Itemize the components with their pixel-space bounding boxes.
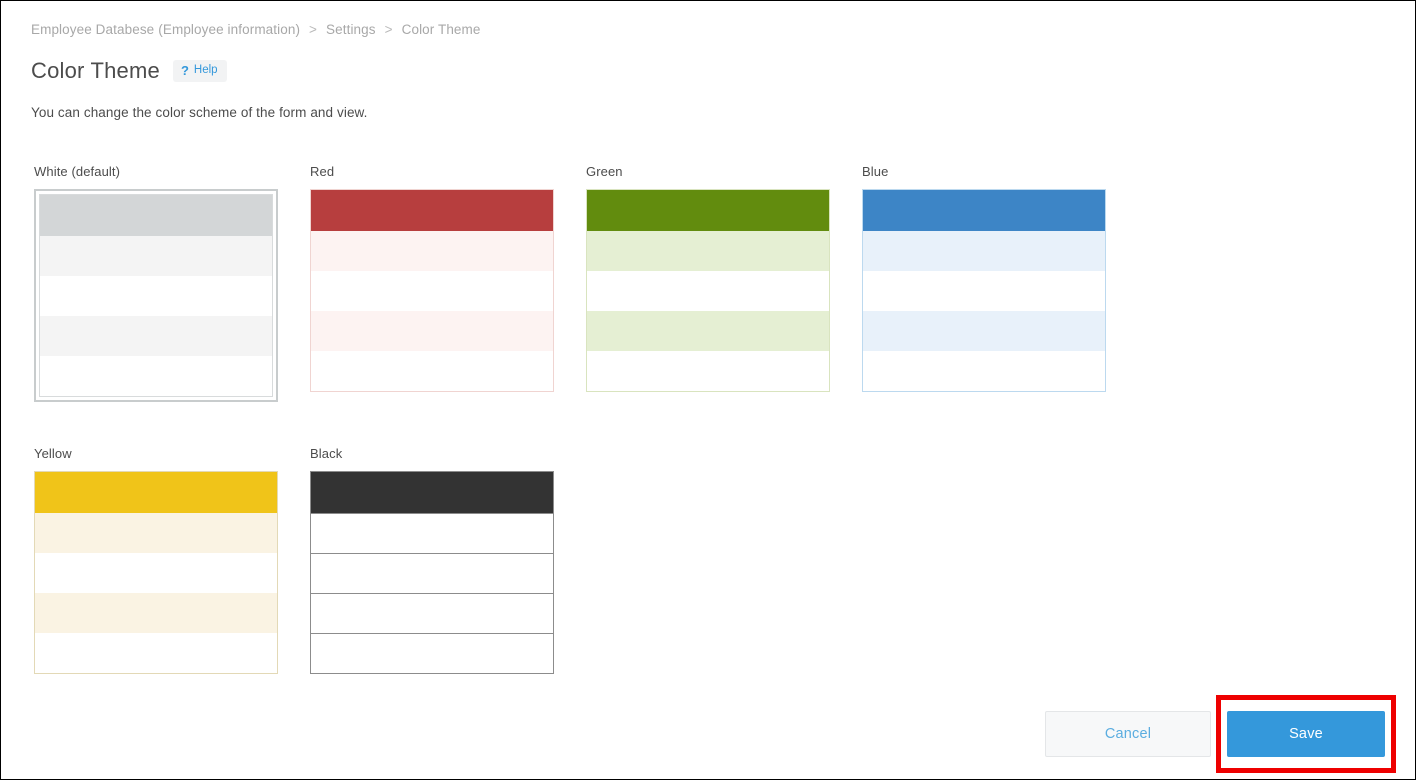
theme-row-2: YellowBlack: [34, 446, 1194, 674]
swatch-row-stripe: [311, 513, 553, 553]
theme-label: Red: [310, 164, 586, 180]
theme-swatch[interactable]: [310, 189, 554, 392]
breadcrumb-separator: >: [385, 22, 393, 37]
breadcrumb-app-subtitle: (Employee information): [158, 22, 300, 37]
swatch-row-stripe: [311, 553, 553, 593]
theme-option-blue[interactable]: Blue: [862, 164, 1138, 402]
theme-swatch-preview: [310, 189, 554, 392]
swatch-row-stripe: [311, 231, 553, 271]
swatch-header-stripe: [311, 472, 553, 513]
swatch-row-stripe: [863, 351, 1105, 391]
swatch-row-stripe: [40, 316, 272, 356]
swatch-row-stripe: [40, 276, 272, 316]
swatch-row-stripe: [587, 271, 829, 311]
theme-swatch[interactable]: [34, 471, 278, 674]
swatch-header-stripe: [35, 472, 277, 513]
theme-option-white-default[interactable]: White (default): [34, 164, 310, 402]
question-mark-icon: ?: [181, 64, 189, 77]
save-button-highlight-annotation: Save: [1216, 695, 1396, 773]
theme-swatch-preview: [39, 194, 273, 397]
swatch-header-stripe: [311, 190, 553, 231]
swatch-row-stripe: [587, 311, 829, 351]
theme-label: Green: [586, 164, 862, 180]
swatch-row-stripe: [311, 271, 553, 311]
theme-option-green[interactable]: Green: [586, 164, 862, 402]
page-content: Employee Databese (Employee information) >…: [1, 1, 1415, 779]
swatch-row-stripe: [311, 593, 553, 633]
swatch-row-stripe: [35, 593, 277, 633]
theme-option-black[interactable]: Black: [310, 446, 586, 674]
swatch-header-stripe: [587, 190, 829, 231]
theme-swatch-preview: [34, 471, 278, 674]
breadcrumb-item-app[interactable]: Employee Databese: [31, 22, 154, 37]
theme-label: Blue: [862, 164, 1138, 180]
swatch-row-stripe: [311, 633, 553, 673]
theme-option-red[interactable]: Red: [310, 164, 586, 402]
swatch-row-stripe: [587, 351, 829, 391]
theme-swatch-preview: [862, 189, 1106, 392]
theme-swatch[interactable]: [586, 189, 830, 392]
cancel-button[interactable]: Cancel: [1045, 711, 1211, 757]
theme-label: White (default): [34, 164, 310, 180]
swatch-row-stripe: [863, 231, 1105, 271]
swatch-row-stripe: [311, 351, 553, 391]
color-theme-grid: White (default)RedGreenBlue YellowBlack: [34, 164, 1194, 674]
swatch-row-stripe: [40, 356, 272, 396]
swatch-header-stripe: [40, 195, 272, 236]
swatch-row-stripe: [35, 553, 277, 593]
title-row: Color Theme ? Help: [31, 57, 227, 85]
theme-swatch[interactable]: [862, 189, 1106, 392]
breadcrumb-item-color-theme[interactable]: Color Theme: [402, 22, 481, 37]
swatch-row-stripe: [587, 231, 829, 271]
theme-swatch[interactable]: [310, 471, 554, 674]
theme-label: Black: [310, 446, 586, 462]
swatch-row-stripe: [311, 311, 553, 351]
page-title: Color Theme: [31, 57, 160, 85]
theme-swatch-preview: [310, 471, 554, 674]
theme-row-1: White (default)RedGreenBlue: [34, 164, 1194, 402]
save-button[interactable]: Save: [1227, 711, 1385, 757]
swatch-row-stripe: [35, 633, 277, 673]
theme-swatch-selected[interactable]: [34, 189, 278, 402]
swatch-row-stripe: [35, 513, 277, 553]
help-label: Help: [194, 65, 218, 77]
breadcrumb: Employee Databese (Employee information) >…: [31, 22, 481, 37]
swatch-row-stripe: [40, 236, 272, 276]
screenshot-frame: Employee Databese (Employee information) >…: [0, 0, 1416, 780]
theme-swatch-preview: [586, 189, 830, 392]
breadcrumb-separator: >: [309, 22, 317, 37]
swatch-row-stripe: [863, 271, 1105, 311]
page-description: You can change the color scheme of the f…: [31, 105, 368, 120]
theme-option-yellow[interactable]: Yellow: [34, 446, 310, 674]
breadcrumb-item-settings[interactable]: Settings: [326, 22, 376, 37]
help-button[interactable]: ? Help: [173, 60, 227, 82]
swatch-header-stripe: [863, 190, 1105, 231]
swatch-row-stripe: [863, 311, 1105, 351]
theme-label: Yellow: [34, 446, 310, 462]
